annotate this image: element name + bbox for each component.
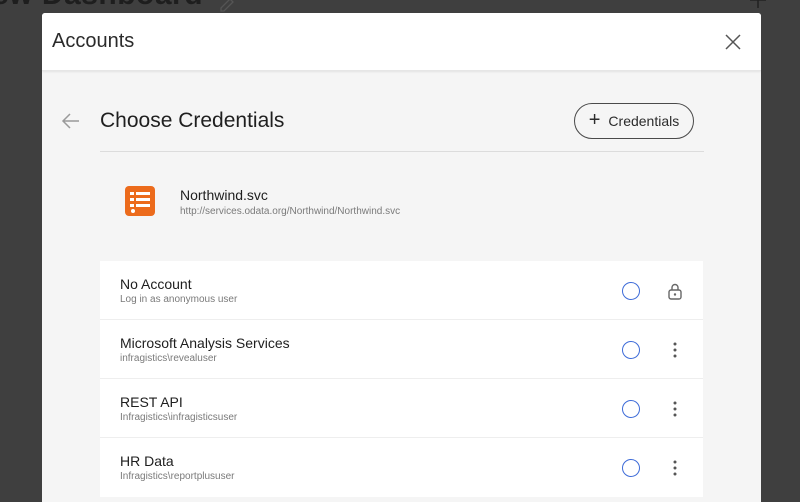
more-vertical-icon[interactable] <box>664 339 686 361</box>
section-title: Choose Credentials <box>100 109 285 132</box>
account-row-hr-data[interactable]: HR Data Infragistics\reportplususer <box>100 438 703 497</box>
account-name: HR Data <box>120 453 174 469</box>
account-username: Infragistics\infragisticsuser <box>120 412 238 423</box>
account-radio[interactable] <box>622 282 640 300</box>
account-name: Microsoft Analysis Services <box>120 335 290 351</box>
data-source-url: http://services.odata.org/Northwind/Nort… <box>180 206 401 217</box>
account-username: Log in as anonymous user <box>120 294 238 305</box>
data-source-name: Northwind.svc <box>180 187 268 203</box>
data-source-info: Northwind.svc http://services.odata.org/… <box>124 185 400 217</box>
edit-icon <box>220 0 234 12</box>
dialog-title: Accounts <box>52 30 135 52</box>
add-credentials-button[interactable]: + Credentials <box>574 103 694 139</box>
back-button[interactable] <box>60 110 82 132</box>
accounts-dialog: Accounts Choose Credentials + Credential… <box>42 13 761 502</box>
dialog-header: Accounts <box>42 13 761 71</box>
close-icon <box>725 33 741 50</box>
account-username: Infragistics\reportplususer <box>120 471 235 482</box>
odata-table-icon <box>125 186 155 216</box>
account-username: infragistics\revealuser <box>120 353 217 364</box>
more-vertical-icon[interactable] <box>664 398 686 420</box>
close-button[interactable] <box>723 32 743 52</box>
account-radio[interactable] <box>622 341 640 359</box>
arrow-left-icon <box>61 113 79 129</box>
more-vertical-icon[interactable] <box>664 457 686 479</box>
account-row-rest-api[interactable]: REST API Infragistics\infragisticsuser <box>100 379 703 438</box>
plus-icon <box>750 0 766 8</box>
divider <box>100 151 704 152</box>
account-name: REST API <box>120 394 183 410</box>
account-row-microsoft-analysis-services[interactable]: Microsoft Analysis Services infragistics… <box>100 320 703 379</box>
account-row-no-account[interactable]: No Account Log in as anonymous user <box>100 261 703 320</box>
add-credentials-label: Credentials <box>608 113 680 129</box>
account-radio[interactable] <box>622 400 640 418</box>
plus-icon: + <box>588 109 601 131</box>
account-radio[interactable] <box>622 459 640 477</box>
account-list: No Account Log in as anonymous user Micr… <box>100 261 703 497</box>
account-name: No Account <box>120 276 192 292</box>
dashboard-title: ew Dashboard <box>0 0 203 12</box>
lock-icon <box>664 280 686 302</box>
